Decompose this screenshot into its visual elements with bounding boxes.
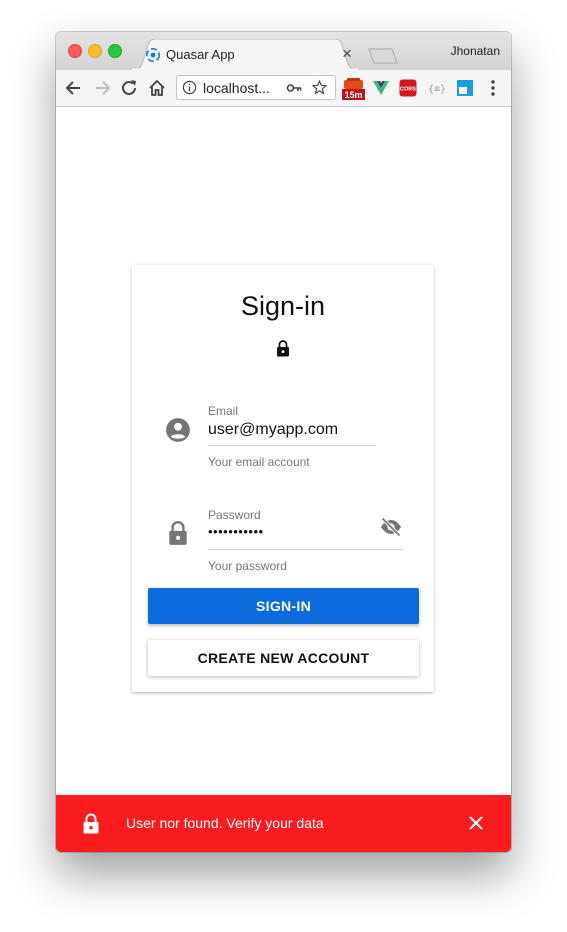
forward-arrow-icon[interactable] xyxy=(91,77,113,99)
title-bar: Quasar App × Jhonatan xyxy=(56,32,511,70)
reload-icon[interactable] xyxy=(118,77,140,99)
email-hint: Your email account xyxy=(208,455,310,469)
close-window-button[interactable] xyxy=(68,44,82,58)
home-icon[interactable] xyxy=(146,77,168,99)
email-field[interactable]: user@myapp.com xyxy=(208,421,338,439)
bookmark-star-icon[interactable] xyxy=(311,79,328,96)
signin-title: Sign-in xyxy=(240,291,326,321)
page-content: Sign-in Email user@myapp.com Your email … xyxy=(56,107,511,852)
create-account-button[interactable]: CREATE NEW ACCOUNT xyxy=(148,640,419,676)
url-text[interactable]: localhost... xyxy=(203,80,270,96)
visibility-off-icon[interactable] xyxy=(379,515,403,539)
timer-extension-icon[interactable]: 15m xyxy=(341,77,366,101)
password-label: Password xyxy=(208,508,261,522)
signin-button[interactable]: SIGN-IN xyxy=(148,588,419,624)
lock-icon xyxy=(277,340,289,357)
password-field[interactable]: ••••••••••• xyxy=(208,524,264,539)
key-icon[interactable] xyxy=(286,81,302,95)
back-arrow-icon[interactable] xyxy=(63,77,85,99)
browser-toolbar: localhost... 15m CORS {≡} xyxy=(56,70,511,107)
signin-card: Sign-in Email user@myapp.com Your email … xyxy=(132,265,434,692)
info-icon[interactable] xyxy=(182,80,197,95)
maximize-window-button[interactable] xyxy=(108,44,122,58)
timer-badge: 15m xyxy=(344,90,362,100)
error-notification: User nor found. Verify your data xyxy=(56,795,511,852)
account-circle-icon xyxy=(166,418,190,442)
json-label: {≡} xyxy=(428,84,446,95)
quasar-favicon-icon xyxy=(146,48,160,62)
notification-message: User nor found. Verify your data xyxy=(126,815,324,831)
tab-close-icon[interactable]: × xyxy=(342,44,352,64)
lock-icon xyxy=(169,521,187,545)
email-underline xyxy=(208,445,376,446)
lock-icon xyxy=(83,813,99,834)
cors-extension-icon[interactable]: CORS xyxy=(399,79,417,97)
close-icon[interactable] xyxy=(468,815,484,831)
email-label: Email xyxy=(208,404,239,418)
cors-label: CORS xyxy=(400,87,416,93)
password-underline xyxy=(208,549,403,550)
minimize-window-button[interactable] xyxy=(88,44,102,58)
tab-title: Quasar App xyxy=(166,47,235,62)
password-hint: Your password xyxy=(208,559,287,573)
vue-devtools-icon[interactable] xyxy=(372,79,390,97)
json-formatter-icon[interactable]: {≡} xyxy=(426,79,448,97)
browser-window: Quasar App × Jhonatan localhost... 15m C… xyxy=(56,32,511,852)
window-resizer-icon[interactable] xyxy=(456,79,474,97)
profile-name[interactable]: Jhonatan xyxy=(451,44,500,58)
address-bar[interactable]: localhost... xyxy=(176,75,336,100)
menu-dots-icon[interactable] xyxy=(486,79,500,97)
browser-tab[interactable]: Quasar App × xyxy=(132,39,358,70)
new-tab-button[interactable] xyxy=(368,48,398,64)
